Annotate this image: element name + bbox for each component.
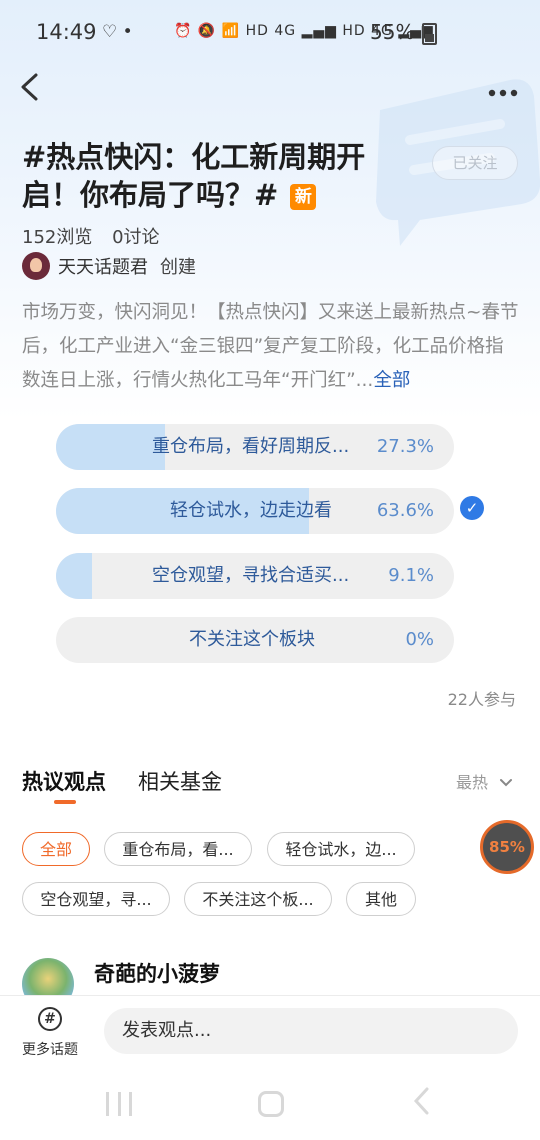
poll-option-percent: 63.6% bbox=[376, 500, 434, 521]
more-options-button[interactable] bbox=[488, 74, 518, 104]
poll-option-label: 轻仓试水，边走边看 bbox=[170, 500, 332, 521]
selected-check-icon: ✓ bbox=[460, 496, 484, 520]
tab-related-funds[interactable]: 相关基金 bbox=[138, 766, 222, 796]
participants-count: 22人参与 bbox=[447, 690, 516, 709]
floating-progress-badge[interactable]: 85% bbox=[480, 820, 534, 874]
description-text: 市场万变，快闪洞见！【热点快闪】又来送上最新热点~春节后，化工产业进入“金三银四… bbox=[22, 302, 519, 391]
poll-option-label: 重仓布局，看好周期反... bbox=[152, 436, 350, 457]
status-bar: 14:49 ♡ • ⏰ 🔕 📶 HD 4G ▂▄▆ HD 4G ▂▄▆ 55% bbox=[0, 0, 540, 68]
sort-dropdown[interactable]: 最热 bbox=[456, 769, 513, 793]
back-button[interactable] bbox=[18, 72, 48, 106]
home-icon[interactable] bbox=[258, 1091, 284, 1117]
status-left-icons: ♡ • bbox=[102, 22, 133, 42]
topic-description: 市场万变，快闪洞见！【热点快闪】又来送上最新热点~春节后，化工产业进入“金三银四… bbox=[22, 296, 522, 398]
hashtag-icon[interactable]: # bbox=[38, 1007, 62, 1031]
sort-label: 最热 bbox=[456, 773, 489, 792]
poll-option-label: 空仓观望，寻找合适买... bbox=[152, 565, 350, 586]
poll-option-percent: 0% bbox=[405, 629, 434, 650]
creator-info[interactable]: 天天话题君 创建 bbox=[22, 252, 196, 280]
poll-option-selected[interactable]: 轻仓试水，边走边看 63.6% bbox=[56, 488, 454, 534]
poll-option-percent: 9.1% bbox=[388, 565, 434, 586]
tab-hot-opinions[interactable]: 热议观点 bbox=[22, 766, 106, 796]
system-back-icon[interactable] bbox=[412, 1086, 430, 1124]
poll-option[interactable]: 空仓观望，寻找合适买... 9.1% bbox=[56, 553, 454, 599]
back-arrow-icon bbox=[21, 73, 38, 101]
follow-button[interactable]: 已关注 bbox=[432, 146, 518, 180]
new-badge: 新 bbox=[290, 184, 317, 210]
filter-chip[interactable]: 重仓布局，看... bbox=[104, 832, 252, 866]
chevron-down-icon bbox=[500, 779, 513, 787]
discussion-count: 0讨论 bbox=[112, 227, 160, 248]
views-count: 152浏览 bbox=[22, 227, 93, 248]
creator-avatar bbox=[22, 252, 50, 280]
more-dots-icon bbox=[488, 89, 518, 97]
comment-input[interactable]: 发表观点... bbox=[104, 1008, 518, 1054]
filter-chip-all[interactable]: 全部 bbox=[22, 832, 90, 866]
battery-percent: 55% bbox=[370, 20, 415, 44]
poll-option[interactable]: 重仓布局，看好周期反... 27.3% bbox=[56, 424, 454, 470]
post-author-name[interactable]: 奇葩的小菠萝 bbox=[94, 958, 220, 988]
poll-option-label: 不关注这个板块 bbox=[189, 629, 315, 650]
active-tab-indicator bbox=[54, 800, 76, 804]
poll-fill-bar bbox=[56, 553, 93, 599]
filter-chip[interactable]: 空仓观望，寻... bbox=[22, 882, 170, 916]
creator-name: 天天话题君 bbox=[58, 257, 148, 278]
expand-description-link[interactable]: 全部 bbox=[373, 370, 410, 391]
creator-role: 创建 bbox=[160, 257, 196, 278]
filter-chip[interactable]: 轻仓试水，边... bbox=[267, 832, 415, 866]
battery-icon bbox=[422, 23, 437, 45]
filter-chip[interactable]: 不关注这个板... bbox=[184, 882, 332, 916]
more-topics-label[interactable]: 更多话题 bbox=[22, 1039, 78, 1059]
poll-option[interactable]: 不关注这个板块 0% bbox=[56, 617, 454, 663]
topic-title: #热点快闪：化工新周期开启！你布局了吗？# 新 bbox=[22, 138, 372, 214]
status-time: 14:49 bbox=[36, 20, 97, 44]
poll-fill-bar bbox=[56, 424, 165, 470]
topic-stats: 152浏览 0讨论 bbox=[22, 223, 174, 249]
filter-chip-other[interactable]: 其他 bbox=[346, 882, 416, 916]
recent-apps-icon[interactable] bbox=[106, 1092, 132, 1116]
poll-option-percent: 27.3% bbox=[376, 436, 434, 457]
